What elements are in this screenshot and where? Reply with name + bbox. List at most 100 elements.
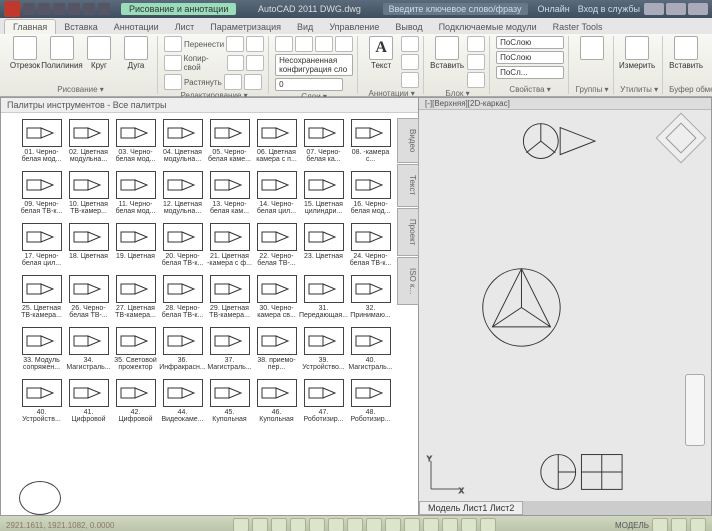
- palette-item[interactable]: 20. Черно-белая ТВ-к...: [160, 223, 205, 269]
- ribbon-tab-9[interactable]: Raster Tools: [545, 20, 611, 34]
- close-button[interactable]: [688, 3, 708, 15]
- modify-icon[interactable]: [244, 74, 262, 90]
- palette-item[interactable]: 40. Устройств...: [19, 379, 64, 425]
- palette-item[interactable]: 30. Черно-камера св...: [254, 275, 299, 321]
- layer-state-combo[interactable]: Несохраненная конфигурация сло: [275, 54, 353, 76]
- palette-item[interactable]: 47. Роботизир...: [301, 379, 346, 425]
- palette-item[interactable]: 05. Черно-белая каме...: [207, 119, 252, 165]
- online-link[interactable]: Онлайн: [538, 4, 570, 14]
- draw-Дуга-button[interactable]: Дуга: [119, 36, 153, 70]
- status-toggle-0[interactable]: [233, 518, 249, 531]
- palette-item[interactable]: 45. Купольная пово-ротна...: [207, 379, 252, 425]
- status-toggle-2[interactable]: [271, 518, 287, 531]
- palette-item[interactable]: 27. Цветная ТВ-камера...: [113, 275, 158, 321]
- qat-print-icon[interactable]: [98, 3, 110, 15]
- ribbon-tab-5[interactable]: Вид: [289, 20, 321, 34]
- search-input[interactable]: Введите ключевое слово/фразу: [383, 3, 528, 15]
- palette-item[interactable]: 40. Магистраль...: [348, 327, 393, 373]
- model-label[interactable]: МОДЕЛЬ: [615, 521, 649, 530]
- palette-item[interactable]: 39. Устройство...: [301, 327, 346, 373]
- palette-item[interactable]: 29. Цветная ТВ-камера...: [207, 275, 252, 321]
- layer-freeze-icon[interactable]: [315, 36, 333, 52]
- palette-item[interactable]: 14. Черно-белая цил...: [254, 171, 299, 217]
- status-toggle-9[interactable]: [404, 518, 420, 531]
- palette-item[interactable]: 41. Цифровой видеорегист...: [66, 379, 111, 425]
- draw-Отрезок-button[interactable]: Отрезок: [8, 36, 42, 70]
- model-tabs-label[interactable]: Модель Лист1 Лист2: [419, 501, 523, 515]
- palette-item[interactable]: 35. Световой прожектор: [113, 327, 158, 373]
- linetype-combo[interactable]: ПоСл...: [496, 66, 564, 79]
- palette-item[interactable]: 13. Черно-белая кам...: [207, 171, 252, 217]
- palette-item[interactable]: 23. Цветная: [301, 223, 346, 269]
- palette-item[interactable]: 22. Черно-белая ТВ-...: [254, 223, 299, 269]
- ribbon-tab-0[interactable]: Главная: [4, 19, 56, 34]
- palette-item[interactable]: 03. Черно-белая мод...: [113, 119, 158, 165]
- status-toggle-10[interactable]: [423, 518, 439, 531]
- palette-item[interactable]: 07. Черно-белая ка...: [301, 119, 346, 165]
- draw-Круг-button[interactable]: Круг: [82, 36, 116, 70]
- palette-item[interactable]: 34. Магистраль...: [66, 327, 111, 373]
- ribbon-tab-8[interactable]: Подключаемые модули: [431, 20, 545, 34]
- modify-icon[interactable]: [246, 55, 264, 71]
- workspace-switch[interactable]: Рисование и аннотации: [121, 3, 236, 15]
- ribbon-tab-7[interactable]: Вывод: [387, 20, 430, 34]
- palette-item[interactable]: 25. Цветная ТВ-камера...: [19, 275, 64, 321]
- measure-button[interactable]: Измерить: [620, 36, 654, 70]
- ribbon-tab-6[interactable]: Управление: [321, 20, 387, 34]
- qat-open-icon[interactable]: [38, 3, 50, 15]
- viewport-label[interactable]: [-][Верхняя][2D-каркас]: [419, 98, 711, 110]
- group-button[interactable]: [575, 36, 609, 62]
- model-tabs[interactable]: Модель Лист1 Лист2: [419, 501, 711, 515]
- palette-item[interactable]: 12. Цветная модульна...: [160, 171, 205, 217]
- palette-item[interactable]: 38. приемо-пер...: [254, 327, 299, 373]
- status-toggle-7[interactable]: [366, 518, 382, 531]
- table-icon[interactable]: [401, 72, 419, 88]
- palette-item[interactable]: 09. Черно-белая ТВ-к...: [19, 171, 64, 217]
- palette-item[interactable]: 01. Черно-белая мод...: [19, 119, 64, 165]
- leader-icon[interactable]: [401, 54, 419, 70]
- status-extra-icon[interactable]: [671, 518, 687, 531]
- status-toggle-1[interactable]: [252, 518, 268, 531]
- ribbon-tab-3[interactable]: Лист: [167, 20, 203, 34]
- nav-bar[interactable]: [685, 374, 705, 446]
- palette-item[interactable]: 31. Передающая...: [301, 275, 346, 321]
- modify-icon[interactable]: [164, 55, 182, 71]
- block-edit-icon[interactable]: [467, 54, 485, 70]
- color-combo[interactable]: ПоСлою: [496, 36, 564, 49]
- status-toggle-12[interactable]: [461, 518, 477, 531]
- drawing-canvas[interactable]: [419, 114, 711, 501]
- lineweight-combo[interactable]: ПоСлою: [496, 51, 564, 64]
- palette-item[interactable]: 02. Цветная модульна...: [66, 119, 111, 165]
- palette-tab[interactable]: Видео: [397, 118, 419, 163]
- canvas[interactable]: Y X: [419, 114, 711, 501]
- palette-item[interactable]: 26. Черно-белая ТВ-...: [66, 275, 111, 321]
- palette-tab[interactable]: Проект: [397, 208, 419, 256]
- ribbon-tab-2[interactable]: Аннотации: [106, 20, 167, 34]
- modify-icon[interactable]: [164, 74, 182, 90]
- maximize-button[interactable]: [666, 3, 686, 15]
- status-extra-icon[interactable]: [652, 518, 668, 531]
- qat-redo-icon[interactable]: [83, 3, 95, 15]
- palette-item[interactable]: 04. Цветная модульна...: [160, 119, 205, 165]
- ribbon-tab-4[interactable]: Параметризация: [202, 20, 289, 34]
- modify-icon[interactable]: [226, 36, 244, 52]
- status-toggle-11[interactable]: [442, 518, 458, 531]
- block-create-icon[interactable]: [467, 36, 485, 52]
- qat-save-icon[interactable]: [53, 3, 65, 15]
- palette-item[interactable]: 24. Черно-белая ТВ-к...: [348, 223, 393, 269]
- text-button[interactable]: A Текст: [364, 36, 398, 70]
- status-toggle-8[interactable]: [385, 518, 401, 531]
- draw-Полилиния-button[interactable]: Полилиния: [45, 36, 79, 70]
- palette-item[interactable]: 36. Инфракрасн...: [160, 327, 205, 373]
- palette-item[interactable]: 17. Черно-белая цил...: [19, 223, 64, 269]
- palette-item[interactable]: 15. Цветная цилиндри...: [301, 171, 346, 217]
- palette-tab[interactable]: Текст: [397, 164, 419, 206]
- palette-item[interactable]: 10. Цветная ТВ-камер...: [66, 171, 111, 217]
- palette-extra-item[interactable]: [19, 481, 61, 515]
- insert-button[interactable]: Вставить: [430, 36, 464, 70]
- status-toggle-13[interactable]: [480, 518, 496, 531]
- layer-on-icon[interactable]: [295, 36, 313, 52]
- palette-item[interactable]: 16. Черно-белая мод...: [348, 171, 393, 217]
- status-toggle-3[interactable]: [290, 518, 306, 531]
- modify-icon[interactable]: [164, 36, 182, 52]
